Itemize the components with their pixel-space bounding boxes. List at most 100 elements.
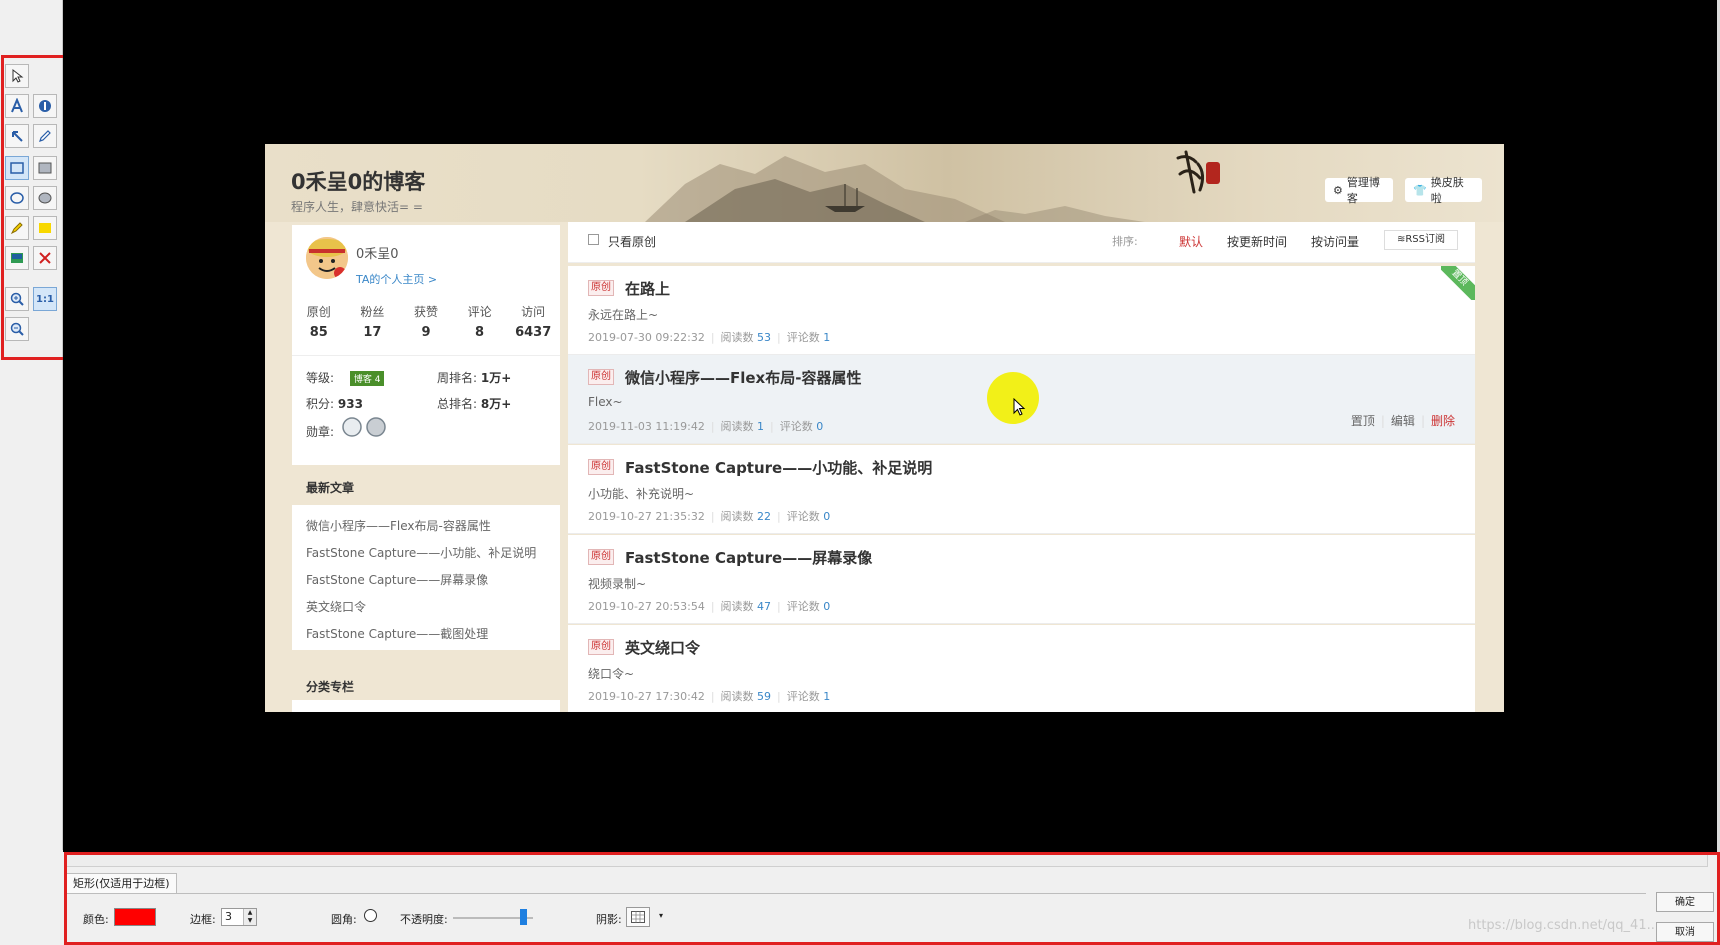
original-tag: 原创 xyxy=(588,639,614,655)
blog-subtitle: 程序人生，肆意快活= = xyxy=(291,200,423,214)
arrow-line-tool[interactable] xyxy=(5,124,29,148)
border-width-spinner[interactable]: 3 ▲ ▼ xyxy=(221,908,257,926)
week-rank-value: 1万+ xyxy=(480,371,512,385)
recent-post-link[interactable]: 英文绕口令 xyxy=(306,598,366,615)
divider: | xyxy=(1420,414,1425,428)
comments-label: 评论数 xyxy=(779,420,813,433)
gear-icon: ⚙ xyxy=(1333,183,1343,197)
pen-tool[interactable] xyxy=(33,124,57,148)
select-arrow-tool[interactable] xyxy=(5,64,29,88)
spinner-arrows-icon[interactable]: ▲ ▼ xyxy=(243,909,256,925)
highlight-area-tool[interactable] xyxy=(33,216,57,240)
week-rank-label: 周排名: xyxy=(437,371,478,385)
stat-likes: 获赞 9 xyxy=(399,303,453,340)
post-item[interactable]: 原创 FastStone Capture——小功能、补足说明 小功能、补充说明~… xyxy=(568,445,1475,534)
post-title[interactable]: FastStone Capture——屏幕录像 xyxy=(625,547,872,568)
post-meta: 2019-11-03 11:19:42 | 阅读数 1 | 评论数 0 xyxy=(588,418,823,434)
post-date: 2019-11-03 11:19:42 xyxy=(588,420,705,433)
stat-fans: 粉丝 17 xyxy=(346,303,400,340)
post-title[interactable]: 微信小程序——Flex布局-容器属性 xyxy=(625,367,861,388)
recent-post-link[interactable]: FastStone Capture——小功能、补足说明 xyxy=(306,544,536,561)
medals-row: 勋章: xyxy=(306,423,334,440)
post-meta: 2019-07-30 09:22:32 | 阅读数 53 | 评论数 1 xyxy=(588,329,830,345)
opacity-slider-thumb[interactable] xyxy=(520,909,528,925)
profile-stats: 原创 85 粉丝 17 获赞 9 评论 8 访问 6437 xyxy=(292,303,560,340)
rectangle-outline-tool[interactable] xyxy=(5,156,29,180)
shadow-label: 阴影: xyxy=(596,913,622,926)
original-only-label[interactable]: 只看原创 xyxy=(608,233,656,250)
close-icon xyxy=(39,252,51,264)
comments-count: 1 xyxy=(823,331,831,344)
rss-label: RSS订阅 xyxy=(1405,234,1446,245)
text-tool[interactable] xyxy=(5,94,29,118)
shadow-button[interactable] xyxy=(626,907,650,927)
profile-home-link[interactable]: TA的个人主页 > xyxy=(356,271,437,287)
zoom-in-icon xyxy=(10,292,24,306)
medal-icons[interactable] xyxy=(342,416,388,438)
actual-size-tool[interactable]: 1:1 xyxy=(33,287,57,311)
sort-views-link[interactable]: 按访问量 xyxy=(1311,233,1359,250)
numbered-circle-icon xyxy=(39,100,51,112)
views-count: 47 xyxy=(757,600,772,613)
post-title[interactable]: 在路上 xyxy=(625,278,670,299)
shadow-dropdown-icon[interactable]: ▾ xyxy=(659,911,663,920)
divider: | xyxy=(777,600,781,613)
rectangle-icon xyxy=(10,162,24,174)
color-label: 颜色: xyxy=(83,913,109,926)
profile-name[interactable]: 0禾呈0 xyxy=(356,243,399,262)
circle-icon xyxy=(10,192,24,204)
stat-value: 9 xyxy=(421,325,431,340)
arrow-icon xyxy=(12,131,23,142)
cancel-button[interactable]: 取消 xyxy=(1656,922,1714,942)
avatar[interactable] xyxy=(306,237,348,279)
sort-label: 排序: xyxy=(1112,235,1138,248)
divider: | xyxy=(770,420,774,433)
sort-time-link[interactable]: 按更新时间 xyxy=(1227,233,1287,250)
step-number-tool[interactable] xyxy=(33,94,57,118)
change-skin-button[interactable]: 👕 换皮肤啦 xyxy=(1405,176,1482,205)
post-item[interactable]: 原创 在路上 永远在路上~ 2019-07-30 09:22:32 | 阅读数 53… xyxy=(568,266,1475,355)
post-description: 视频录制~ xyxy=(588,577,647,591)
views-label: 阅读数 xyxy=(720,510,754,523)
comments-label: 评论数 xyxy=(786,690,820,703)
ellipse-outline-tool[interactable] xyxy=(5,186,29,210)
recent-post-link[interactable]: FastStone Capture——截图处理 xyxy=(306,625,488,642)
color-swatch[interactable] xyxy=(114,908,156,926)
rss-button[interactable]: ≋RSS订阅 xyxy=(1384,230,1458,250)
recent-post-link[interactable]: FastStone Capture——屏幕录像 xyxy=(306,571,488,588)
zoom-out-tool[interactable] xyxy=(5,317,29,341)
edit-action[interactable]: 编辑 xyxy=(1391,414,1415,428)
zoom-in-tool[interactable] xyxy=(5,287,29,311)
ellipse-fill-tool[interactable] xyxy=(33,186,57,210)
recent-posts-card: 微信小程序——Flex布局-容器属性 FastStone Capture——小功… xyxy=(292,505,560,650)
stat-comments: 评论 8 xyxy=(453,303,507,340)
divider: | xyxy=(710,600,715,613)
original-tag: 原创 xyxy=(588,459,614,475)
post-meta: 2019-10-27 17:30:42 | 阅读数 59 | 评论数 1 xyxy=(588,688,830,704)
post-item[interactable]: 原创 FastStone Capture——屏幕录像 视频录制~ 2019-10… xyxy=(568,535,1475,624)
one-to-one-icon: 1:1 xyxy=(36,293,54,305)
post-title[interactable]: FastStone Capture——小功能、补足说明 xyxy=(625,457,932,478)
round-corner-checkbox[interactable] xyxy=(364,909,377,922)
sort-default-link[interactable]: 默认 xyxy=(1179,233,1203,250)
delete-action[interactable]: 删除 xyxy=(1431,414,1455,428)
post-title[interactable]: 英文绕口令 xyxy=(625,637,700,658)
post-description: 小功能、补充说明~ xyxy=(588,487,695,501)
rectangle-fill-tool[interactable] xyxy=(33,156,57,180)
pin-action[interactable]: 置顶 xyxy=(1351,414,1375,428)
delete-object-tool[interactable] xyxy=(33,246,57,270)
highlighter-tool[interactable] xyxy=(5,216,29,240)
original-only-checkbox[interactable] xyxy=(588,234,599,245)
letter-a-icon xyxy=(11,98,23,113)
points-value: 933 xyxy=(337,397,363,411)
manage-blog-button[interactable]: ⚙ 管理博客 xyxy=(1325,176,1393,205)
mouse-cursor-icon xyxy=(1013,398,1026,416)
image-icon xyxy=(11,253,23,263)
ok-button[interactable]: 确定 xyxy=(1656,892,1714,912)
comments-label: 评论数 xyxy=(786,600,820,613)
stat-label: 评论 xyxy=(467,305,492,319)
insert-image-tool[interactable] xyxy=(5,246,29,270)
stat-value: 17 xyxy=(363,325,382,340)
post-item[interactable]: 原创 英文绕口令 绕口令~ 2019-10-27 17:30:42 | 阅读数 59… xyxy=(568,625,1475,712)
recent-post-link[interactable]: 微信小程序——Flex布局-容器属性 xyxy=(306,517,491,534)
